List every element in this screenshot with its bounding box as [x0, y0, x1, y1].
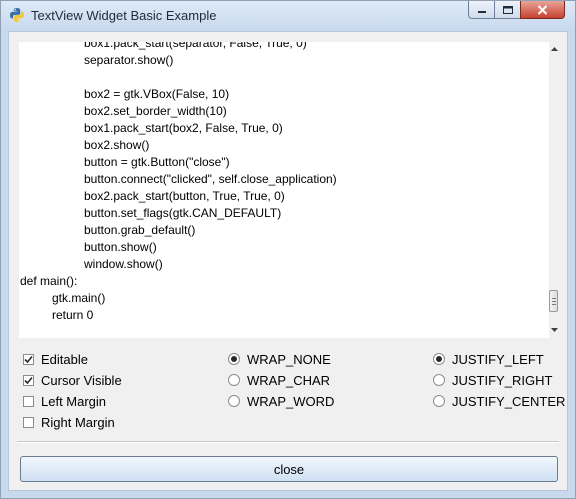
radio-button[interactable] — [228, 374, 240, 386]
radio-button[interactable] — [433, 395, 445, 407]
minimize-button[interactable] — [468, 1, 495, 19]
code-line: button.set_flags(gtk.CAN_DEFAULT) — [84, 206, 282, 220]
option-label: JUSTIFY_CENTER — [452, 393, 566, 409]
code-line: button.grab_default() — [84, 223, 196, 237]
window-content: box1.pack_start(separator, False, True, … — [8, 31, 568, 491]
checkbox-cursor-visible[interactable]: Cursor Visible — [23, 371, 122, 389]
option-label: WRAP_NONE — [247, 351, 331, 367]
checkbox-box[interactable] — [23, 395, 34, 407]
close-icon — [537, 4, 548, 15]
code-line: gtk.main() — [52, 291, 106, 305]
radio-wrap-char[interactable]: WRAP_CHAR — [228, 371, 330, 389]
radio-button[interactable] — [433, 374, 445, 386]
radio-wrap-none[interactable]: WRAP_NONE — [228, 350, 331, 368]
maximize-icon — [502, 5, 513, 14]
radio-dot-icon — [436, 356, 442, 362]
radio-dot-icon — [231, 356, 237, 362]
option-label: Editable — [41, 351, 88, 367]
radio-button[interactable] — [433, 353, 445, 365]
scrollbar-thumb[interactable] — [549, 290, 558, 312]
option-label: Right Margin — [41, 414, 115, 430]
option-label: Cursor Visible — [41, 372, 122, 388]
option-label: WRAP_WORD — [247, 393, 335, 409]
radio-justify-center[interactable]: JUSTIFY_CENTER — [433, 392, 565, 410]
window-title: TextView Widget Basic Example — [31, 8, 217, 23]
python-icon — [10, 8, 24, 22]
code-line: box1.pack_start(separator, False, True, … — [84, 42, 307, 50]
option-label: JUSTIFY_RIGHT — [452, 372, 553, 388]
code-line: return 0 — [52, 308, 94, 322]
code-line: box2 = gtk.VBox(False, 10) — [84, 87, 230, 101]
maximize-button[interactable] — [494, 1, 521, 19]
radio-wrap-word[interactable]: WRAP_WORD — [228, 392, 334, 410]
separator — [17, 441, 559, 443]
option-label: WRAP_CHAR — [247, 372, 331, 388]
code-line: separator.show() — [84, 53, 174, 67]
checkmark-icon — [24, 376, 33, 384]
code-text-view[interactable]: box1.pack_start(separator, False, True, … — [19, 42, 549, 338]
code-line: box1.pack_start(box2, False, True, 0) — [84, 121, 283, 135]
checkbox-box[interactable] — [23, 374, 34, 386]
code-line: box2.set_border_width(10) — [84, 104, 227, 118]
code-line: box2.pack_start(button, True, True, 0) — [84, 189, 285, 203]
code-line: button.connect("clicked", self.close_app… — [84, 172, 337, 186]
close-button[interactable]: close — [20, 456, 558, 482]
vertical-scrollbar[interactable] — [549, 42, 559, 338]
option-label: Left Margin — [41, 393, 107, 409]
code-line: button.show() — [84, 240, 157, 254]
app-window: TextView Widget Basic Example box1.pack_… — [0, 0, 576, 499]
radio-button[interactable] — [228, 353, 240, 365]
radio-button[interactable] — [228, 395, 240, 407]
checkmark-icon — [24, 355, 33, 363]
option-label: JUSTIFY_LEFT — [452, 351, 544, 367]
checkbox-right-margin[interactable]: Right Margin — [23, 413, 115, 431]
checkbox-box[interactable] — [23, 416, 34, 428]
title-bar[interactable]: TextView Widget Basic Example — [1, 1, 575, 31]
code-line: def main(): — [20, 274, 78, 288]
checkbox-box[interactable] — [23, 353, 34, 365]
radio-justify-left[interactable]: JUSTIFY_LEFT — [433, 350, 544, 368]
checkbox-editable[interactable]: Editable — [23, 350, 88, 368]
minimize-icon — [477, 10, 486, 13]
radio-justify-right[interactable]: JUSTIFY_RIGHT — [433, 371, 552, 389]
code-line: box2.show() — [84, 138, 150, 152]
close-window-button[interactable] — [520, 1, 565, 19]
code-line: button = gtk.Button("close") — [84, 155, 230, 169]
checkbox-left-margin[interactable]: Left Margin — [23, 392, 106, 410]
code-line: window.show() — [84, 257, 163, 271]
scroll-down-icon[interactable] — [550, 326, 558, 334]
scroll-up-icon[interactable] — [550, 45, 558, 53]
